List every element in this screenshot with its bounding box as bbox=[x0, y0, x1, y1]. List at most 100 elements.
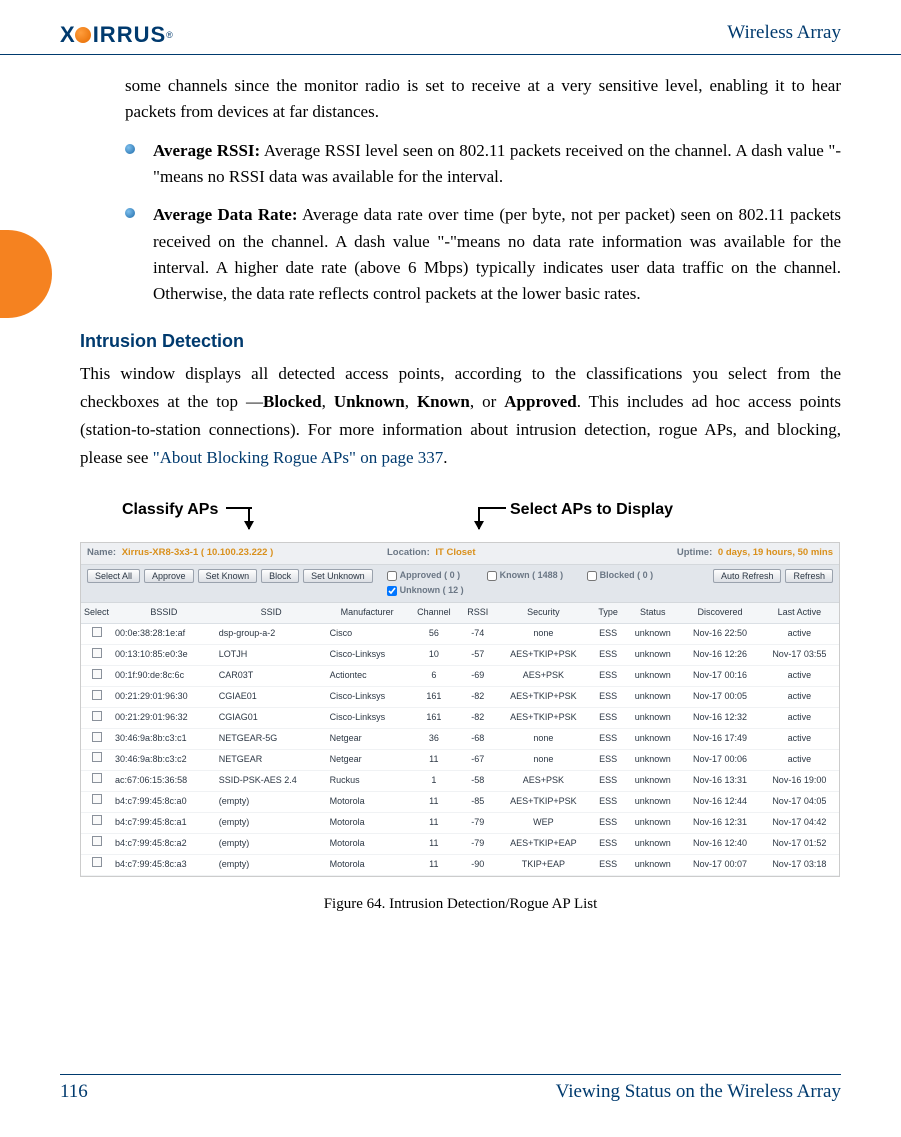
row-select-cell[interactable] bbox=[81, 624, 112, 645]
cell: ESS bbox=[591, 708, 625, 729]
table-row[interactable]: ac:67:06:15:36:58SSID-PSK-AES 2.4Ruckus1… bbox=[81, 770, 839, 791]
cell: Motorola bbox=[327, 812, 408, 833]
set-unknown-button[interactable]: Set Unknown bbox=[303, 569, 373, 583]
table-row[interactable]: 00:21:29:01:96:30CGIAE01Cisco-Linksys161… bbox=[81, 687, 839, 708]
table-row[interactable]: 00:1f:90:de:8c:6cCAR03TActiontec6-69AES+… bbox=[81, 666, 839, 687]
cell: active bbox=[760, 729, 839, 750]
cell: -68 bbox=[460, 729, 496, 750]
row-select-cell[interactable] bbox=[81, 812, 112, 833]
brand-logo: X IRRUS ® bbox=[60, 22, 173, 48]
cell: unknown bbox=[625, 854, 680, 875]
filter-known[interactable]: Known ( 1488 ) bbox=[487, 569, 577, 583]
filter-blocked[interactable]: Blocked ( 0 ) bbox=[587, 569, 677, 583]
col-rssi: RSSI bbox=[460, 603, 496, 623]
filter-approved[interactable]: Approved ( 0 ) bbox=[387, 569, 477, 583]
checkbox-icon[interactable] bbox=[92, 627, 102, 637]
cell: NETGEAR-5G bbox=[216, 729, 327, 750]
cell: Nov-16 12:32 bbox=[680, 708, 759, 729]
checkbox-icon[interactable] bbox=[92, 794, 102, 804]
col-security: Security bbox=[496, 603, 592, 623]
row-select-cell[interactable] bbox=[81, 687, 112, 708]
table-row[interactable]: b4:c7:99:45:8c:a1(empty)Motorola11-79WEP… bbox=[81, 812, 839, 833]
approve-button[interactable]: Approve bbox=[144, 569, 194, 583]
checkbox-icon[interactable] bbox=[587, 571, 597, 581]
select-all-button[interactable]: Select All bbox=[87, 569, 140, 583]
table-row[interactable]: 00:13:10:85:e0:3eLOTJHCisco-Linksys10-57… bbox=[81, 645, 839, 666]
checkbox-icon[interactable] bbox=[92, 752, 102, 762]
cell: AES+PSK bbox=[496, 770, 592, 791]
cell: ESS bbox=[591, 624, 625, 645]
cell: -58 bbox=[460, 770, 496, 791]
annotation-classify-label: Classify APs bbox=[122, 501, 218, 518]
col-channel: Channel bbox=[408, 603, 460, 623]
table-row[interactable]: b4:c7:99:45:8c:a0(empty)Motorola11-85AES… bbox=[81, 791, 839, 812]
col-lastactive: Last Active bbox=[760, 603, 839, 623]
checkbox-icon[interactable] bbox=[92, 648, 102, 658]
table-row[interactable]: b4:c7:99:45:8c:a3(empty)Motorola11-90TKI… bbox=[81, 854, 839, 875]
cell: unknown bbox=[625, 749, 680, 770]
checkbox-icon[interactable] bbox=[92, 836, 102, 846]
table-row[interactable]: 00:21:29:01:96:32CGIAG01Cisco-Linksys161… bbox=[81, 708, 839, 729]
col-manufacturer: Manufacturer bbox=[327, 603, 408, 623]
cell: 11 bbox=[408, 791, 460, 812]
row-select-cell[interactable] bbox=[81, 833, 112, 854]
block-button[interactable]: Block bbox=[261, 569, 299, 583]
checkbox-icon[interactable] bbox=[92, 815, 102, 825]
cell: Nov-17 01:52 bbox=[760, 833, 839, 854]
para-b1: Unknown bbox=[334, 392, 405, 411]
cell: LOTJH bbox=[216, 645, 327, 666]
auto-refresh-button[interactable]: Auto Refresh bbox=[713, 569, 782, 583]
cell: Cisco-Linksys bbox=[327, 687, 408, 708]
row-select-cell[interactable] bbox=[81, 729, 112, 750]
row-select-cell[interactable] bbox=[81, 708, 112, 729]
cell: 161 bbox=[408, 687, 460, 708]
main-content: some channels since the monitor radio is… bbox=[0, 55, 901, 916]
filter-unknown[interactable]: Unknown ( 12 ) bbox=[387, 584, 477, 598]
cell: (empty) bbox=[216, 854, 327, 875]
cell: active bbox=[760, 624, 839, 645]
cell: 30:46:9a:8b:c3:c1 bbox=[112, 729, 216, 750]
table-row[interactable]: 30:46:9a:8b:c3:c2NETGEARNetgear11-67none… bbox=[81, 749, 839, 770]
set-known-button[interactable]: Set Known bbox=[198, 569, 258, 583]
cell: -69 bbox=[460, 666, 496, 687]
cell: ESS bbox=[591, 749, 625, 770]
cell: 11 bbox=[408, 749, 460, 770]
cell: -74 bbox=[460, 624, 496, 645]
cell: active bbox=[760, 666, 839, 687]
checkbox-icon[interactable] bbox=[387, 586, 397, 596]
cell: ESS bbox=[591, 854, 625, 875]
refresh-button[interactable]: Refresh bbox=[785, 569, 833, 583]
row-select-cell[interactable] bbox=[81, 854, 112, 875]
uptime-label: Uptime: bbox=[677, 547, 712, 558]
row-select-cell[interactable] bbox=[81, 645, 112, 666]
table-row[interactable]: 00:0e:38:28:1e:afdsp-group-a-2Cisco56-74… bbox=[81, 624, 839, 645]
cell: 00:13:10:85:e0:3e bbox=[112, 645, 216, 666]
bullet-icon bbox=[125, 144, 135, 154]
cell: -85 bbox=[460, 791, 496, 812]
cell: 1 bbox=[408, 770, 460, 791]
row-select-cell[interactable] bbox=[81, 791, 112, 812]
cell: Motorola bbox=[327, 791, 408, 812]
checkbox-icon[interactable] bbox=[387, 571, 397, 581]
checkbox-icon[interactable] bbox=[92, 732, 102, 742]
row-select-cell[interactable] bbox=[81, 666, 112, 687]
cell: Cisco-Linksys bbox=[327, 645, 408, 666]
row-select-cell[interactable] bbox=[81, 770, 112, 791]
checkbox-icon[interactable] bbox=[92, 711, 102, 721]
table-row[interactable]: b4:c7:99:45:8c:a2(empty)Motorola11-79AES… bbox=[81, 833, 839, 854]
cell: NETGEAR bbox=[216, 749, 327, 770]
arrow-down-icon bbox=[248, 507, 250, 529]
row-select-cell[interactable] bbox=[81, 749, 112, 770]
checkbox-icon[interactable] bbox=[92, 773, 102, 783]
checkbox-icon[interactable] bbox=[92, 669, 102, 679]
table-row[interactable]: 30:46:9a:8b:c3:c1NETGEAR-5GNetgear36-68n… bbox=[81, 729, 839, 750]
checkbox-icon[interactable] bbox=[487, 571, 497, 581]
cross-reference-link[interactable]: "About Blocking Rogue APs" on page 337 bbox=[153, 448, 444, 467]
ap-table: Select BSSID SSID Manufacturer Channel R… bbox=[81, 603, 839, 875]
checkbox-icon[interactable] bbox=[92, 690, 102, 700]
cell: unknown bbox=[625, 687, 680, 708]
para-b0: Blocked bbox=[263, 392, 322, 411]
cell: Netgear bbox=[327, 729, 408, 750]
cell: -67 bbox=[460, 749, 496, 770]
checkbox-icon[interactable] bbox=[92, 857, 102, 867]
